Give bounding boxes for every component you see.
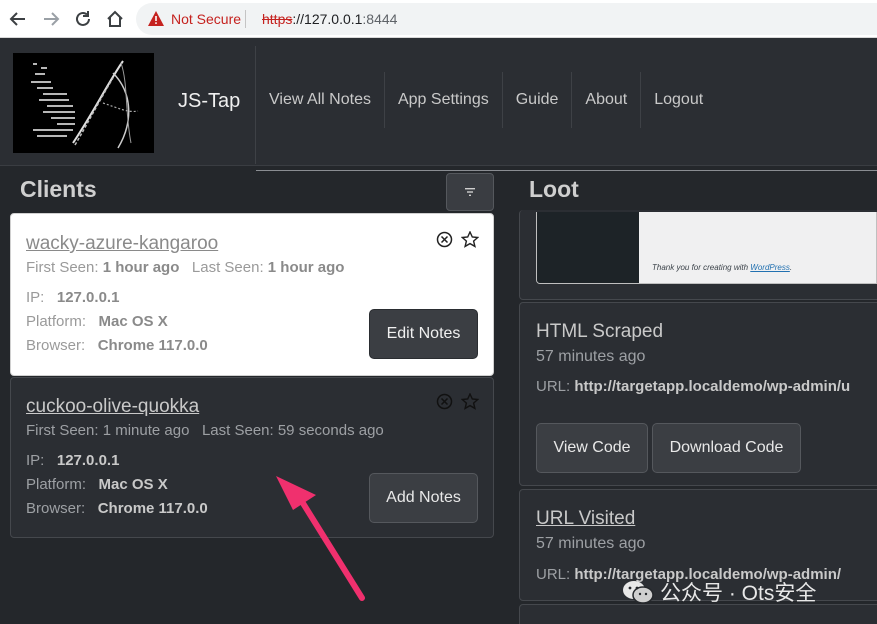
first-seen-label: First Seen: (26, 422, 99, 439)
loot-item-time: 57 minutes ago (536, 348, 646, 365)
url-host: ://127.0.0.1 (292, 11, 363, 27)
ip-row: IP: 127.0.0.1 (26, 452, 119, 469)
loot-item-url-row: URL: http://targetapp.localdemo/wp-admin… (536, 378, 850, 395)
seen-row: First Seen: 1 minute ago Last Seen: 59 s… (26, 422, 384, 439)
loot-item-time: 57 minutes ago (536, 535, 646, 552)
thumbnail-content (639, 212, 876, 283)
address-bar[interactable]: Not Secure https://127.0.0.1:8444 (136, 3, 877, 35)
platform-row: Platform: Mac OS X (26, 476, 168, 493)
logo-image (13, 53, 154, 153)
client-name-link[interactable]: cuckoo-olive-quokka (26, 396, 199, 418)
edit-notes-button[interactable]: Edit Notes (369, 309, 478, 359)
reload-button[interactable] (71, 7, 95, 31)
browser-value: Chrome 117.0.0 (97, 337, 208, 354)
wechat-icon (623, 581, 654, 604)
browser-label: Browser: (26, 337, 86, 354)
home-icon (107, 10, 123, 27)
platform-label: Platform: (26, 313, 87, 330)
ip-label: IP: (26, 452, 45, 469)
close-circle-icon[interactable] (436, 393, 453, 410)
watermark-text: 公众号 · Ots安全 (660, 582, 817, 605)
back-arrow-icon (9, 12, 25, 26)
nav-app-settings[interactable]: App Settings (385, 72, 503, 128)
platform-row: Platform: Mac OS X (26, 313, 168, 330)
brand-title[interactable]: JS-Tap (178, 90, 240, 113)
last-seen-value: 59 seconds ago (277, 422, 384, 439)
client-card[interactable]: wacky-azure-kangaroo First Seen: 1 hour … (10, 213, 494, 376)
view-code-button[interactable]: View Code (536, 423, 648, 473)
first-seen-value: 1 minute ago (102, 422, 190, 439)
last-seen-value: 1 hour ago (267, 259, 345, 276)
url-value: http://targetapp.localdemo/wp-admin/u (574, 378, 851, 395)
nav-guide[interactable]: Guide (503, 72, 573, 128)
last-seen-label: Last Seen: (191, 259, 264, 276)
url-scheme: https (262, 11, 293, 27)
reload-icon (76, 11, 90, 26)
client-name-link[interactable]: wacky-azure-kangaroo (26, 233, 218, 255)
download-code-button[interactable]: Download Code (652, 423, 801, 473)
watermark: 公众号 · Ots安全 (622, 577, 816, 607)
browser-value: Chrome 117.0.0 (97, 500, 208, 517)
star-icon[interactable] (461, 393, 479, 410)
first-seen-label: First Seen: (26, 259, 99, 276)
clients-title: Clients (20, 176, 97, 202)
thumbnail-footer-link: WordPress (750, 263, 790, 272)
main-nav: View All Notes App Settings Guide About … (256, 72, 716, 128)
forward-button[interactable] (39, 7, 63, 31)
back-button[interactable] (6, 7, 30, 31)
platform-value: Mac OS X (98, 313, 168, 330)
filter-button[interactable] (446, 173, 494, 211)
filter-icon (465, 188, 475, 196)
not-secure-label[interactable]: Not Secure (171, 11, 241, 27)
url-label: URL: (536, 566, 571, 583)
url-label: URL: (536, 378, 571, 395)
ip-label: IP: (26, 289, 45, 306)
thumbnail-footer-prefix: Thank you for creating with (652, 263, 749, 272)
screenshot-thumbnail[interactable]: Thank you for creating with WordPress. (536, 212, 877, 284)
forward-arrow-icon (44, 12, 60, 26)
thumbnail-footer-text: Thank you for creating with WordPress. (652, 263, 793, 272)
browser-toolbar: Not Secure https://127.0.0.1:8444 (0, 0, 877, 38)
nav-view-all-notes[interactable]: View All Notes (256, 72, 385, 128)
ip-row: IP: 127.0.0.1 (26, 289, 119, 306)
warning-triangle-icon (148, 11, 164, 31)
loot-card-next (519, 604, 877, 624)
loot-item-title-link[interactable]: URL Visited (536, 508, 635, 530)
last-seen-label: Last Seen: (201, 422, 274, 439)
seen-row: First Seen: 1 hour ago Last Seen: 1 hour… (26, 259, 344, 276)
ip-value: 127.0.0.1 (56, 289, 120, 306)
loot-item-title: HTML Scraped (536, 321, 664, 342)
add-notes-button[interactable]: Add Notes (369, 473, 478, 523)
nav-about[interactable]: About (572, 72, 642, 128)
home-button[interactable] (103, 7, 127, 31)
app-header: JS-Tap View All Notes App Settings Guide… (0, 38, 877, 166)
header-underline (256, 170, 877, 171)
platform-label: Platform: (26, 476, 87, 493)
ip-value: 127.0.0.1 (56, 452, 120, 469)
browser-row: Browser: Chrome 117.0.0 (26, 500, 208, 517)
nav-logout[interactable]: Logout (641, 72, 716, 128)
star-icon[interactable] (461, 231, 479, 248)
url-text[interactable]: https://127.0.0.1:8444 (262, 11, 397, 27)
client-card[interactable]: cuckoo-olive-quokka First Seen: 1 minute… (10, 377, 494, 538)
loot-title: Loot (529, 176, 579, 202)
close-circle-icon[interactable] (436, 231, 453, 248)
browser-label: Browser: (26, 500, 86, 517)
url-port: :8444 (362, 11, 398, 27)
browser-row: Browser: Chrome 117.0.0 (26, 337, 208, 354)
platform-value: Mac OS X (98, 476, 168, 493)
thumbnail-sidebar (537, 212, 639, 283)
url-separator (245, 10, 246, 28)
first-seen-value: 1 hour ago (102, 259, 180, 276)
